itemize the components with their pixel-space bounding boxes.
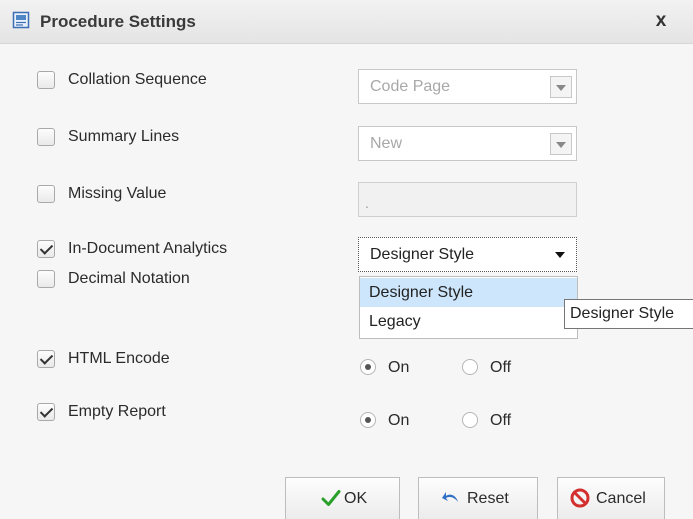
decimal-notation-checkbox[interactable] (37, 270, 55, 288)
reset-arrow-icon (442, 492, 458, 502)
tooltip: Designer Style (564, 299, 693, 329)
ok-button[interactable]: OK (285, 477, 400, 519)
html-encode-off-radio[interactable] (462, 359, 478, 375)
in-document-analytics-checkbox[interactable] (37, 240, 55, 258)
empty-report-label: Empty Report (68, 403, 166, 420)
title-bar: Procedure Settings x (0, 0, 693, 44)
empty-report-checkbox[interactable] (37, 403, 55, 421)
empty-report-off-radio[interactable] (462, 412, 478, 428)
analytics-dropdown-list: Designer Style Legacy (359, 276, 578, 339)
summary-lines-value: New (370, 135, 403, 152)
ok-label: OK (344, 490, 368, 507)
empty-report-on-label: On (388, 412, 410, 429)
decimal-notation-label: Decimal Notation (68, 270, 190, 287)
cancel-icon (570, 488, 590, 508)
html-encode-on-radio[interactable] (360, 359, 376, 375)
reset-label: Reset (467, 490, 509, 507)
checkmark-icon (321, 490, 341, 506)
html-encode-off-label: Off (490, 359, 512, 376)
cancel-button[interactable]: Cancel (557, 477, 665, 519)
close-button[interactable]: x (649, 9, 673, 33)
in-document-analytics-value: Designer Style (370, 246, 475, 263)
collation-sequence-label: Collation Sequence (68, 71, 207, 88)
dropdown-option-legacy[interactable]: Legacy (360, 307, 577, 336)
reset-button[interactable]: Reset (418, 477, 538, 519)
html-encode-on-label: On (388, 359, 410, 376)
chevron-down-icon[interactable] (550, 244, 572, 266)
empty-report-off-label: Off (490, 412, 512, 429)
settings-document-icon (12, 11, 30, 29)
summary-lines-checkbox[interactable] (37, 128, 55, 146)
chevron-down-icon[interactable] (550, 133, 572, 155)
empty-report-on-radio[interactable] (360, 412, 376, 428)
missing-value-input[interactable]: . (358, 182, 577, 217)
summary-lines-label: Summary Lines (68, 128, 180, 145)
collation-sequence-select[interactable]: Code Page (358, 69, 577, 104)
dropdown-option-designer-style[interactable]: Designer Style (360, 278, 577, 307)
html-encode-label: HTML Encode (68, 350, 170, 367)
in-document-analytics-select[interactable]: Designer Style (358, 237, 577, 272)
missing-value-checkbox[interactable] (37, 185, 55, 203)
collation-sequence-value: Code Page (370, 78, 451, 95)
procedure-settings-dialog: Procedure Settings x Collation Sequence … (0, 0, 693, 519)
html-encode-checkbox[interactable] (37, 350, 55, 368)
cancel-label: Cancel (596, 490, 646, 507)
summary-lines-select[interactable]: New (358, 126, 577, 161)
dialog-title: Procedure Settings (40, 12, 196, 31)
collation-sequence-checkbox[interactable] (37, 71, 55, 89)
chevron-down-icon[interactable] (550, 76, 572, 98)
in-document-analytics-label: In-Document Analytics (68, 240, 228, 257)
missing-value-label: Missing Value (68, 185, 167, 202)
